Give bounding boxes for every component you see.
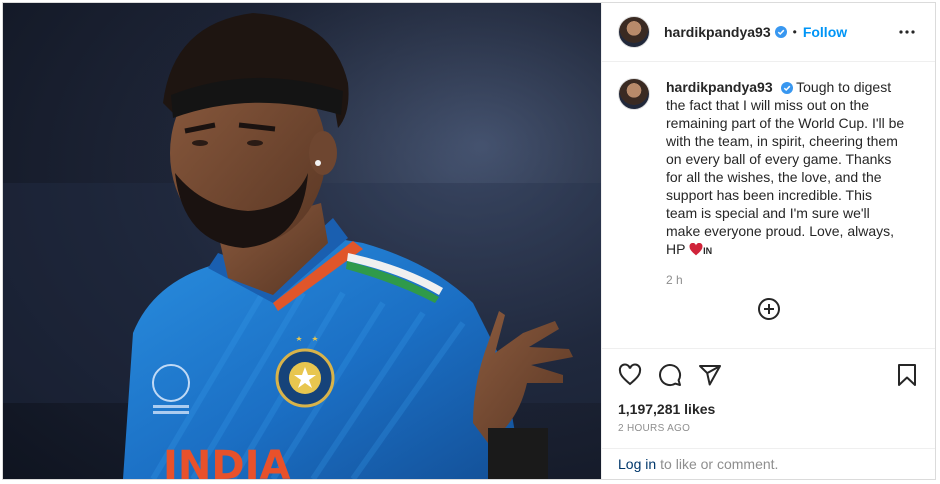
post-header: hardikpandya93 • Follow: [602, 3, 935, 62]
login-link[interactable]: Log in: [618, 456, 656, 472]
post-frame: INDIA hardikpandya93 • Follow hardikpand…: [2, 2, 936, 480]
verified-badge-icon: [780, 82, 793, 95]
more-options-icon[interactable]: [895, 20, 919, 44]
comment-icon[interactable]: [658, 359, 698, 391]
post-image[interactable]: INDIA: [3, 3, 601, 479]
post-timestamp[interactable]: 2 HOURS AGO: [618, 423, 919, 434]
action-icons: [618, 359, 919, 391]
jersey-text: INDIA: [163, 443, 290, 479]
author-avatar[interactable]: [618, 16, 650, 48]
caption-avatar[interactable]: [618, 78, 650, 110]
login-prompt: Log in to like or comment.: [602, 448, 935, 479]
plus-circle-icon[interactable]: [756, 296, 782, 322]
header-separator: •: [792, 25, 797, 39]
post-actions: 1,197,281 likes 2 HOURS AGO: [602, 348, 935, 448]
share-icon[interactable]: [698, 359, 738, 391]
likes-count[interactable]: 1,197,281 likes: [618, 401, 919, 417]
follow-button[interactable]: Follow: [803, 24, 847, 40]
caption-username[interactable]: hardikpandya93: [666, 79, 773, 95]
flag-india: IN: [703, 246, 713, 256]
login-suffix: to like or comment.: [660, 456, 779, 472]
red-heart-emoji: [689, 242, 703, 260]
post-details-panel: hardikpandya93 • Follow hardikpandya93 T…: [601, 3, 935, 479]
heart-icon[interactable]: [618, 359, 658, 391]
caption-text: Tough to digest the fact that I will mis…: [666, 79, 905, 257]
caption: hardikpandya93 Tough to digest the fact …: [618, 78, 919, 289]
bookmark-icon[interactable]: [895, 359, 919, 391]
verified-badge-icon: [774, 26, 787, 38]
caption-body: hardikpandya93 Tough to digest the fact …: [666, 78, 906, 289]
comments-section: hardikpandya93 Tough to digest the fact …: [602, 62, 935, 348]
author-username[interactable]: hardikpandya93: [664, 24, 771, 40]
caption-time[interactable]: 2 h: [666, 271, 906, 289]
post-photo-illustration: INDIA: [3, 3, 601, 479]
